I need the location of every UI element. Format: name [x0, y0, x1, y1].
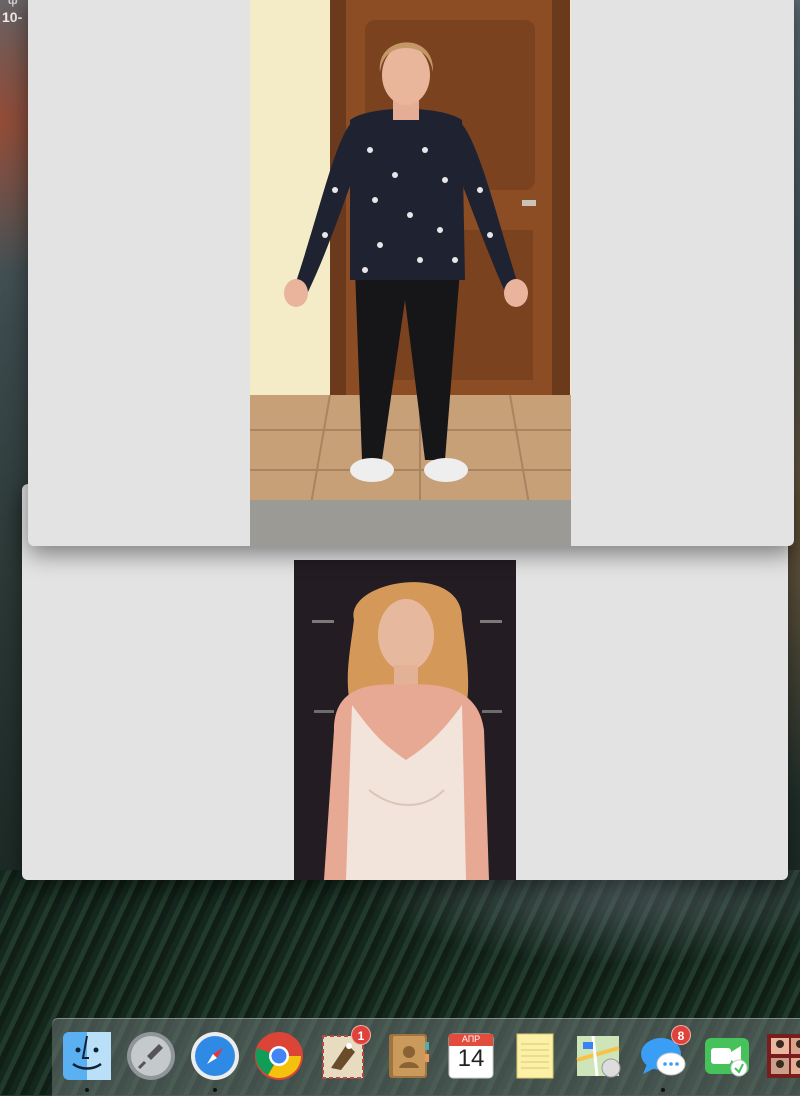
- messages-badge: 8: [671, 1025, 691, 1045]
- dock-item-facetime[interactable]: [700, 1029, 754, 1083]
- running-indicator: [85, 1088, 89, 1092]
- front-photo: [250, 0, 571, 546]
- calendar-icon: АПР 14: [445, 1030, 497, 1082]
- chrome-icon: [253, 1030, 305, 1082]
- menubar-fragment: ф 10-: [0, 0, 30, 30]
- dock-item-photo-booth[interactable]: [764, 1029, 800, 1083]
- maps-icon: [573, 1030, 625, 1082]
- dock-item-maps[interactable]: [572, 1029, 626, 1083]
- mail-badge: 1: [351, 1025, 371, 1045]
- mail-eagle-icon: 1: [317, 1025, 371, 1082]
- dock-item-calendar[interactable]: АПР 14: [444, 1029, 498, 1083]
- back-photo: [294, 560, 516, 880]
- launchpad-rocket-icon: [125, 1030, 177, 1082]
- photo-booth-icon: [765, 1030, 800, 1082]
- dock: 1 АПР 14 8: [52, 1018, 800, 1096]
- dock-item-mail[interactable]: 1: [316, 1025, 371, 1083]
- dock-item-finder[interactable]: [60, 1029, 114, 1092]
- menubar-glyph: ф: [8, 0, 18, 7]
- calendar-day: 14: [457, 1045, 485, 1072]
- dock-item-safari[interactable]: [188, 1029, 242, 1092]
- menubar-clock-fragment: 10-: [2, 9, 23, 25]
- dock-item-notes[interactable]: [508, 1029, 562, 1083]
- messages-bubble-icon: 8: [637, 1025, 691, 1082]
- facetime-camera-icon: [701, 1030, 753, 1082]
- finder-icon: [61, 1030, 113, 1082]
- running-indicator: [213, 1088, 217, 1092]
- contacts-book-icon: [381, 1030, 433, 1082]
- notes-icon: [509, 1030, 561, 1082]
- dock-item-chrome[interactable]: [252, 1029, 306, 1083]
- dock-item-contacts[interactable]: [380, 1029, 434, 1083]
- dock-item-messages[interactable]: 8: [636, 1025, 691, 1092]
- dock-item-launchpad[interactable]: [124, 1029, 178, 1083]
- running-indicator: [661, 1088, 665, 1092]
- front-photo-window[interactable]: [28, 0, 794, 546]
- safari-compass-icon: [189, 1030, 241, 1082]
- calendar-month: АПР: [461, 1034, 481, 1044]
